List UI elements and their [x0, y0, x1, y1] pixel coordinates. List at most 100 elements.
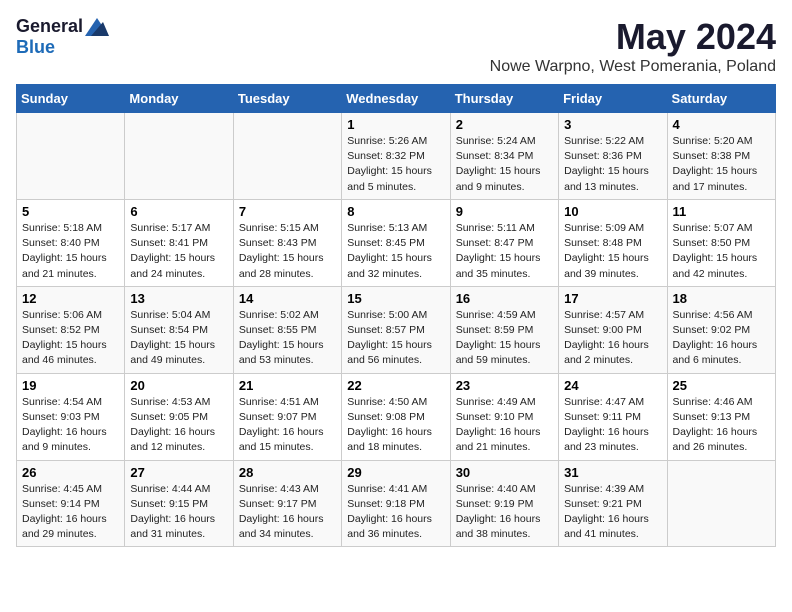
header-cell-tuesday: Tuesday: [233, 85, 341, 113]
day-number: 5: [22, 204, 119, 219]
header-cell-saturday: Saturday: [667, 85, 775, 113]
day-cell: 10Sunrise: 5:09 AM Sunset: 8:48 PM Dayli…: [559, 199, 667, 286]
day-number: 17: [564, 291, 661, 306]
week-row-3: 12 Sunrise: 5:06 AM Sunset: 8:52 PM Dayli…: [17, 286, 776, 373]
day-cell: 3 Sunrise: 5:22 AM Sunset: 8:36 PM Daylig…: [559, 113, 667, 200]
day-info: Sunrise: 4:57 AM Sunset: 9:00 PM Dayligh…: [564, 308, 661, 369]
header: General Blue May 2024 Nowe Warpno, West …: [16, 16, 776, 76]
day-number: 29: [347, 465, 444, 480]
header-row: SundayMondayTuesdayWednesdayThursdayFrid…: [17, 85, 776, 113]
day-number: 2: [456, 117, 553, 132]
logo-general-text: General: [16, 16, 83, 37]
day-number: 4: [673, 117, 770, 132]
day-cell: 8Sunrise: 5:13 AM Sunset: 8:45 PM Daylig…: [342, 199, 450, 286]
day-number: 3: [564, 117, 661, 132]
day-info: Sunrise: 4:56 AM Sunset: 9:02 PM Dayligh…: [673, 308, 770, 369]
day-cell: 31Sunrise: 4:39 AM Sunset: 9:21 PM Dayli…: [559, 460, 667, 547]
day-number: 26: [22, 465, 119, 480]
day-info: Sunrise: 4:45 AM Sunset: 9:14 PM Dayligh…: [22, 482, 119, 543]
logo-blue-text: Blue: [16, 37, 55, 58]
week-row-1: 1 Sunrise: 5:26 AM Sunset: 8:32 PM Daylig…: [17, 113, 776, 200]
day-info: Sunrise: 4:47 AM Sunset: 9:11 PM Dayligh…: [564, 395, 661, 456]
day-info: Sunrise: 5:04 AM Sunset: 8:54 PM Dayligh…: [130, 308, 227, 369]
day-cell: 29 Sunrise: 4:41 AM Sunset: 9:18 PM Dayli…: [342, 460, 450, 547]
day-cell: 17 Sunrise: 4:57 AM Sunset: 9:00 PM Dayli…: [559, 286, 667, 373]
day-cell: 4 Sunrise: 5:20 AM Sunset: 8:38 PM Daylig…: [667, 113, 775, 200]
day-cell: 21 Sunrise: 4:51 AM Sunset: 9:07 PM Dayli…: [233, 373, 341, 460]
day-number: 30: [456, 465, 553, 480]
header-cell-friday: Friday: [559, 85, 667, 113]
day-number: 20: [130, 378, 227, 393]
day-info: Sunrise: 4:49 AM Sunset: 9:10 PM Dayligh…: [456, 395, 553, 456]
day-cell: 18 Sunrise: 4:56 AM Sunset: 9:02 PM Dayli…: [667, 286, 775, 373]
day-info: Sunrise: 5:07 AM Sunset: 8:50 PM Dayligh…: [673, 221, 770, 282]
day-number: 12: [22, 291, 119, 306]
header-cell-wednesday: Wednesday: [342, 85, 450, 113]
day-cell: 24 Sunrise: 4:47 AM Sunset: 9:11 PM Dayli…: [559, 373, 667, 460]
day-cell: 7Sunrise: 5:15 AM Sunset: 8:43 PM Daylig…: [233, 199, 341, 286]
day-number: 18: [673, 291, 770, 306]
day-info: Sunrise: 4:46 AM Sunset: 9:13 PM Dayligh…: [673, 395, 770, 456]
day-info: Sunrise: 4:41 AM Sunset: 9:18 PM Dayligh…: [347, 482, 444, 543]
day-cell: 9Sunrise: 5:11 AM Sunset: 8:47 PM Daylig…: [450, 199, 558, 286]
day-number: 22: [347, 378, 444, 393]
day-info: Sunrise: 4:51 AM Sunset: 9:07 PM Dayligh…: [239, 395, 336, 456]
day-info: Sunrise: 5:00 AM Sunset: 8:57 PM Dayligh…: [347, 308, 444, 369]
day-number: 13: [130, 291, 227, 306]
day-number: 9: [456, 204, 553, 219]
calendar-table: SundayMondayTuesdayWednesdayThursdayFrid…: [16, 84, 776, 547]
day-info: Sunrise: 4:50 AM Sunset: 9:08 PM Dayligh…: [347, 395, 444, 456]
day-cell: [233, 113, 341, 200]
day-info: Sunrise: 5:20 AM Sunset: 8:38 PM Dayligh…: [673, 134, 770, 195]
day-number: 28: [239, 465, 336, 480]
day-info: Sunrise: 5:17 AM Sunset: 8:41 PM Dayligh…: [130, 221, 227, 282]
day-number: 27: [130, 465, 227, 480]
day-cell: [125, 113, 233, 200]
header-cell-thursday: Thursday: [450, 85, 558, 113]
subtitle: Nowe Warpno, West Pomerania, Poland: [490, 58, 776, 76]
day-cell: 26 Sunrise: 4:45 AM Sunset: 9:14 PM Dayli…: [17, 460, 125, 547]
day-info: Sunrise: 5:22 AM Sunset: 8:36 PM Dayligh…: [564, 134, 661, 195]
day-number: 25: [673, 378, 770, 393]
week-row-2: 5 Sunrise: 5:18 AM Sunset: 8:40 PM Daylig…: [17, 199, 776, 286]
day-info: Sunrise: 5:26 AM Sunset: 8:32 PM Dayligh…: [347, 134, 444, 195]
day-info: Sunrise: 4:54 AM Sunset: 9:03 PM Dayligh…: [22, 395, 119, 456]
day-info: Sunrise: 4:59 AM Sunset: 8:59 PM Dayligh…: [456, 308, 553, 369]
day-cell: 2Sunrise: 5:24 AM Sunset: 8:34 PM Daylig…: [450, 113, 558, 200]
day-number: 24: [564, 378, 661, 393]
day-cell: 13 Sunrise: 5:04 AM Sunset: 8:54 PM Dayli…: [125, 286, 233, 373]
week-row-4: 19Sunrise: 4:54 AM Sunset: 9:03 PM Dayli…: [17, 373, 776, 460]
calendar-header: SundayMondayTuesdayWednesdayThursdayFrid…: [17, 85, 776, 113]
week-row-5: 26 Sunrise: 4:45 AM Sunset: 9:14 PM Dayli…: [17, 460, 776, 547]
day-cell: 6 Sunrise: 5:17 AM Sunset: 8:41 PM Daylig…: [125, 199, 233, 286]
day-cell: 1 Sunrise: 5:26 AM Sunset: 8:32 PM Daylig…: [342, 113, 450, 200]
main-title: May 2024: [490, 16, 776, 58]
day-cell: [17, 113, 125, 200]
day-number: 15: [347, 291, 444, 306]
day-number: 16: [456, 291, 553, 306]
day-number: 14: [239, 291, 336, 306]
header-cell-monday: Monday: [125, 85, 233, 113]
day-cell: 28 Sunrise: 4:43 AM Sunset: 9:17 PM Dayli…: [233, 460, 341, 547]
day-number: 21: [239, 378, 336, 393]
day-info: Sunrise: 5:18 AM Sunset: 8:40 PM Dayligh…: [22, 221, 119, 282]
day-cell: 20Sunrise: 4:53 AM Sunset: 9:05 PM Dayli…: [125, 373, 233, 460]
day-number: 1: [347, 117, 444, 132]
title-area: May 2024 Nowe Warpno, West Pomerania, Po…: [490, 16, 776, 76]
day-cell: 22 Sunrise: 4:50 AM Sunset: 9:08 PM Dayli…: [342, 373, 450, 460]
day-cell: 16 Sunrise: 4:59 AM Sunset: 8:59 PM Dayli…: [450, 286, 558, 373]
day-number: 11: [673, 204, 770, 219]
day-cell: 19Sunrise: 4:54 AM Sunset: 9:03 PM Dayli…: [17, 373, 125, 460]
day-info: Sunrise: 4:44 AM Sunset: 9:15 PM Dayligh…: [130, 482, 227, 543]
day-info: Sunrise: 5:02 AM Sunset: 8:55 PM Dayligh…: [239, 308, 336, 369]
day-info: Sunrise: 4:43 AM Sunset: 9:17 PM Dayligh…: [239, 482, 336, 543]
day-number: 6: [130, 204, 227, 219]
day-number: 7: [239, 204, 336, 219]
day-cell: 11 Sunrise: 5:07 AM Sunset: 8:50 PM Dayli…: [667, 199, 775, 286]
logo-icon: [85, 18, 109, 36]
day-info: Sunrise: 4:40 AM Sunset: 9:19 PM Dayligh…: [456, 482, 553, 543]
day-number: 8: [347, 204, 444, 219]
header-cell-sunday: Sunday: [17, 85, 125, 113]
day-info: Sunrise: 5:09 AM Sunset: 8:48 PM Dayligh…: [564, 221, 661, 282]
day-info: Sunrise: 5:06 AM Sunset: 8:52 PM Dayligh…: [22, 308, 119, 369]
